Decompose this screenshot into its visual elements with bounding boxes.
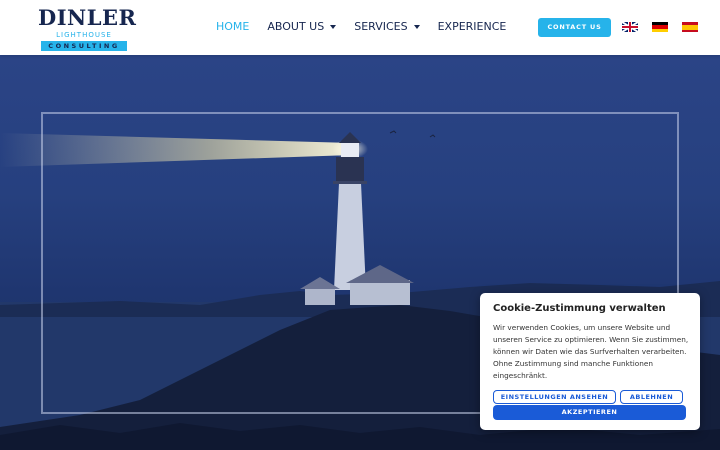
chevron-down-icon [330, 25, 337, 29]
flag-uk-red-cross [629, 22, 631, 32]
flag-de-icon[interactable] [652, 22, 668, 32]
contact-us-button[interactable]: CONTACT US [538, 18, 611, 37]
nav-item-services[interactable]: SERVICES [354, 19, 420, 35]
logo-name: DINLER [38, 5, 137, 30]
accept-button[interactable]: AKZEPTIEREN [493, 405, 686, 420]
cookie-title: Cookie-Zustimmung verwalten [493, 303, 666, 314]
flag-es-stripe [682, 29, 698, 32]
logo[interactable]: DINLER LIGHTHOUSE CONSULTING [38, 5, 137, 52]
flag-uk-icon[interactable] [622, 22, 638, 32]
view-settings-button[interactable]: EINSTELLUNGEN ANSEHEN [493, 390, 616, 404]
nav-item-label: EXPERIENCE [437, 20, 507, 33]
logo-tagline: CONSULTING [41, 41, 127, 51]
nav-item-label: ABOUT US [267, 20, 325, 33]
cookie-consent-dialog: Cookie-Zustimmung verwalten Wir verwende… [480, 293, 700, 430]
site-header: DINLER LIGHTHOUSE CONSULTING HOME ABOUT … [0, 0, 720, 55]
reject-button[interactable]: ABLEHNEN [620, 390, 683, 404]
nav-item-home[interactable]: HOME [216, 19, 249, 35]
flag-de-stripe [652, 28, 668, 32]
nav-item-about-us[interactable]: ABOUT US [267, 19, 337, 35]
flag-es-icon[interactable] [682, 22, 698, 32]
main-nav: HOME ABOUT US SERVICES EXPERIENCE [216, 19, 524, 35]
nav-item-experience[interactable]: EXPERIENCE [438, 19, 507, 35]
nav-item-label: SERVICES [354, 20, 408, 33]
chevron-down-icon [413, 25, 420, 29]
logo-subtitle: LIGHTHOUSE [56, 31, 112, 39]
nav-item-label: HOME [216, 20, 250, 33]
cookie-text: Wir verwenden Cookies, um unsere Website… [493, 323, 689, 380]
